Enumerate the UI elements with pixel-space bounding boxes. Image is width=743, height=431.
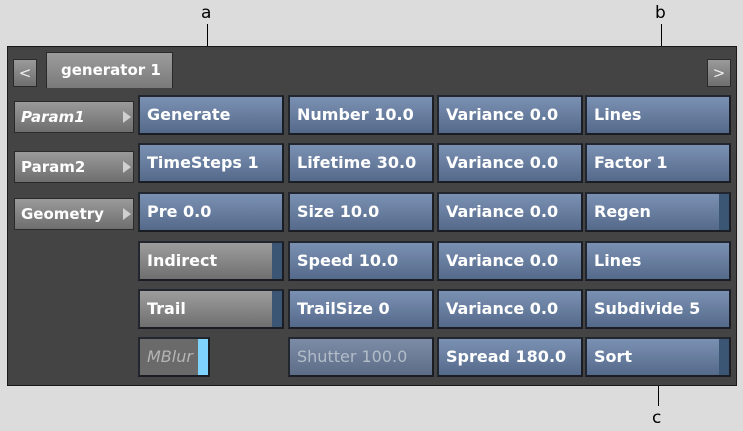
timesteps-field[interactable]: TimeSteps 1 — [138, 143, 284, 183]
spread-field[interactable]: Spread 180.0 — [437, 337, 583, 377]
pre-field[interactable]: Pre 0.0 — [138, 192, 284, 232]
lines-display-field[interactable]: Lines — [585, 241, 731, 281]
param2-button[interactable]: Param2 — [14, 151, 134, 183]
generate-field[interactable]: Generate — [138, 95, 284, 135]
speed-variance-field[interactable]: Variance 0.0 — [437, 241, 583, 281]
trailsize-variance-field[interactable]: Variance 0.0 — [437, 289, 583, 329]
param1-button[interactable]: Param1 — [14, 101, 134, 133]
sort-button[interactable]: Sort — [585, 337, 731, 377]
param2-arrow-icon — [123, 161, 131, 173]
param2-label: Param2 — [21, 158, 86, 176]
indirect-button[interactable]: Indirect — [138, 241, 284, 281]
callout-c-label: c — [652, 408, 662, 428]
param1-arrow-icon — [123, 111, 131, 123]
generator-panel: < generator 1 > Param1 Param2 Geometry G… — [7, 46, 737, 386]
callout-a-label: a — [201, 3, 212, 23]
shutter-field[interactable]: Shutter 100.0 — [288, 337, 434, 377]
number-variance-field[interactable]: Variance 0.0 — [437, 95, 583, 135]
trailsize-field[interactable]: TrailSize 0 — [288, 289, 434, 329]
speed-field[interactable]: Speed 10.0 — [288, 241, 434, 281]
size-variance-field[interactable]: Variance 0.0 — [437, 192, 583, 232]
param1-label: Param1 — [21, 108, 85, 126]
tab-generator1[interactable]: generator 1 — [46, 52, 173, 88]
subdivide-field[interactable]: Subdivide 5 — [585, 289, 731, 329]
size-field[interactable]: Size 10.0 — [288, 192, 434, 232]
lifetime-field[interactable]: Lifetime 30.0 — [288, 143, 434, 183]
geometry-button[interactable]: Geometry — [14, 198, 134, 230]
lifetime-variance-field[interactable]: Variance 0.0 — [437, 143, 583, 183]
callout-b-label: b — [655, 3, 666, 23]
next-tab-button[interactable]: > — [707, 59, 731, 87]
geometry-label: Geometry — [21, 205, 104, 223]
trail-button[interactable]: Trail — [138, 289, 284, 329]
regen-button[interactable]: Regen — [585, 192, 731, 232]
number-field[interactable]: Number 10.0 — [288, 95, 434, 135]
prev-tab-button[interactable]: < — [13, 59, 37, 87]
mblur-button[interactable]: MBlur — [138, 337, 210, 377]
lines-mode-field[interactable]: Lines — [585, 95, 731, 135]
factor-field[interactable]: Factor 1 — [585, 143, 731, 183]
geometry-arrow-icon — [123, 208, 131, 220]
